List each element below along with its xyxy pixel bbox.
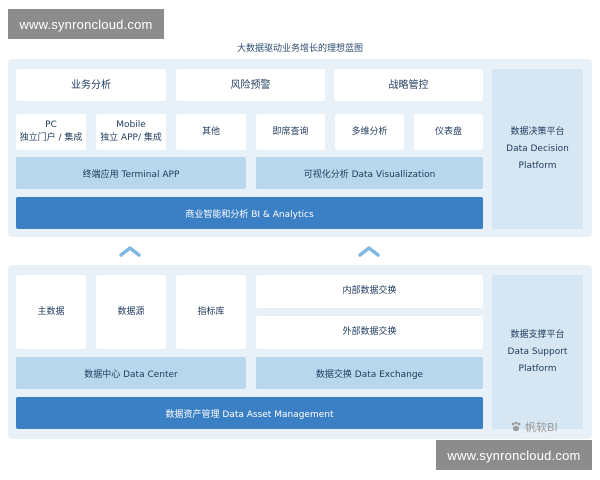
cell-data-source: 数据源 (96, 275, 166, 349)
side-line: 数据支撑平台 (510, 329, 565, 340)
header-label: 业务分析 (71, 79, 111, 91)
cell-line: 内部数据交换 (342, 286, 397, 296)
cell-line: 仪表盘 (434, 126, 462, 137)
watermark-bottom: www.synroncloud.com (436, 440, 592, 470)
bar-terminal-app: 终端应用 Terminal APP (16, 157, 246, 189)
cell-mobile: Mobile 独立 APP/ 集成 (96, 114, 166, 150)
bar-label: 终端应用 Terminal APP (82, 169, 180, 180)
side-line: Platform (518, 363, 557, 374)
cell-other: 其他 (176, 114, 246, 150)
side-decision-platform: 数据决策平台 Data Decision Platform (492, 69, 583, 229)
cell-line: 主数据 (37, 306, 65, 317)
header-label: 风险预警 (230, 79, 271, 91)
cell-line: 外部数据交换 (342, 327, 397, 337)
bar-data-center: 数据中心 Data Center (16, 357, 246, 389)
cell-external-exchange: 外部数据交换 (256, 316, 483, 349)
corner-logo: 帆软BI (510, 419, 558, 435)
side-line: 数据决策平台 (510, 126, 565, 137)
watermark-top: www.synroncloud.com (8, 9, 164, 39)
cell-line: PC (45, 120, 57, 130)
cell-dashboard: 仪表盘 (414, 114, 483, 150)
cell-line: 数据源 (117, 306, 145, 317)
bar-label: 数据中心 Data Center (84, 369, 178, 380)
bar-data-visualization: 可视化分析 Data Visuallization (256, 157, 483, 189)
bar-bi-analytics: 商业智能和分析 BI & Analytics (16, 197, 483, 229)
corner-logo-text: 帆软BI (525, 421, 558, 434)
header-label: 战略管控 (388, 79, 429, 91)
watermark-text: www.synroncloud.com (447, 447, 581, 463)
cell-internal-exchange: 内部数据交换 (256, 275, 483, 308)
header-risk-warning: 风险预警 (176, 69, 325, 101)
header-strategy-control: 战略管控 (334, 69, 483, 101)
cell-master-data: 主数据 (16, 275, 86, 349)
bar-data-exchange: 数据交换 Data Exchange (256, 357, 483, 389)
watermark-text: www.synroncloud.com (19, 16, 153, 32)
cell-line: 其他 (201, 126, 220, 137)
header-business-analysis: 业务分析 (16, 69, 166, 101)
paw-icon (511, 421, 521, 432)
diagram-title: 大数据驱动业务增长的理想蓝图 (236, 44, 363, 54)
cell-line: 独立 APP/ 集成 (100, 133, 162, 143)
up-arrow-icon (358, 246, 380, 257)
cell-pc: PC 独立门户 / 集成 (16, 114, 86, 150)
bar-label: 商业智能和分析 BI & Analytics (185, 209, 314, 220)
bar-label: 可视化分析 Data Visuallization (303, 169, 436, 180)
up-arrow-icon (119, 246, 141, 257)
cell-line: 即席查询 (272, 126, 309, 137)
cell-line: Mobile (116, 120, 146, 130)
bar-data-asset-management: 数据资产管理 Data Asset Management (16, 397, 483, 429)
cell-line: 独立门户 / 集成 (19, 133, 83, 143)
cell-line: 多维分析 (351, 126, 388, 137)
cell-multidim-analysis: 多维分析 (335, 114, 404, 150)
side-line: Data Support (507, 346, 568, 357)
side-support-platform: 数据支撑平台 Data Support Platform (492, 275, 583, 429)
cell-adhoc-query: 即席查询 (256, 114, 325, 150)
bar-label: 数据交换 Data Exchange (315, 369, 424, 380)
cell-indicator-library: 指标库 (176, 275, 246, 349)
bar-label: 数据资产管理 Data Asset Management (165, 409, 334, 420)
side-line: Platform (518, 160, 557, 171)
side-line: Data Decision (506, 143, 569, 154)
cell-line: 指标库 (197, 306, 225, 317)
